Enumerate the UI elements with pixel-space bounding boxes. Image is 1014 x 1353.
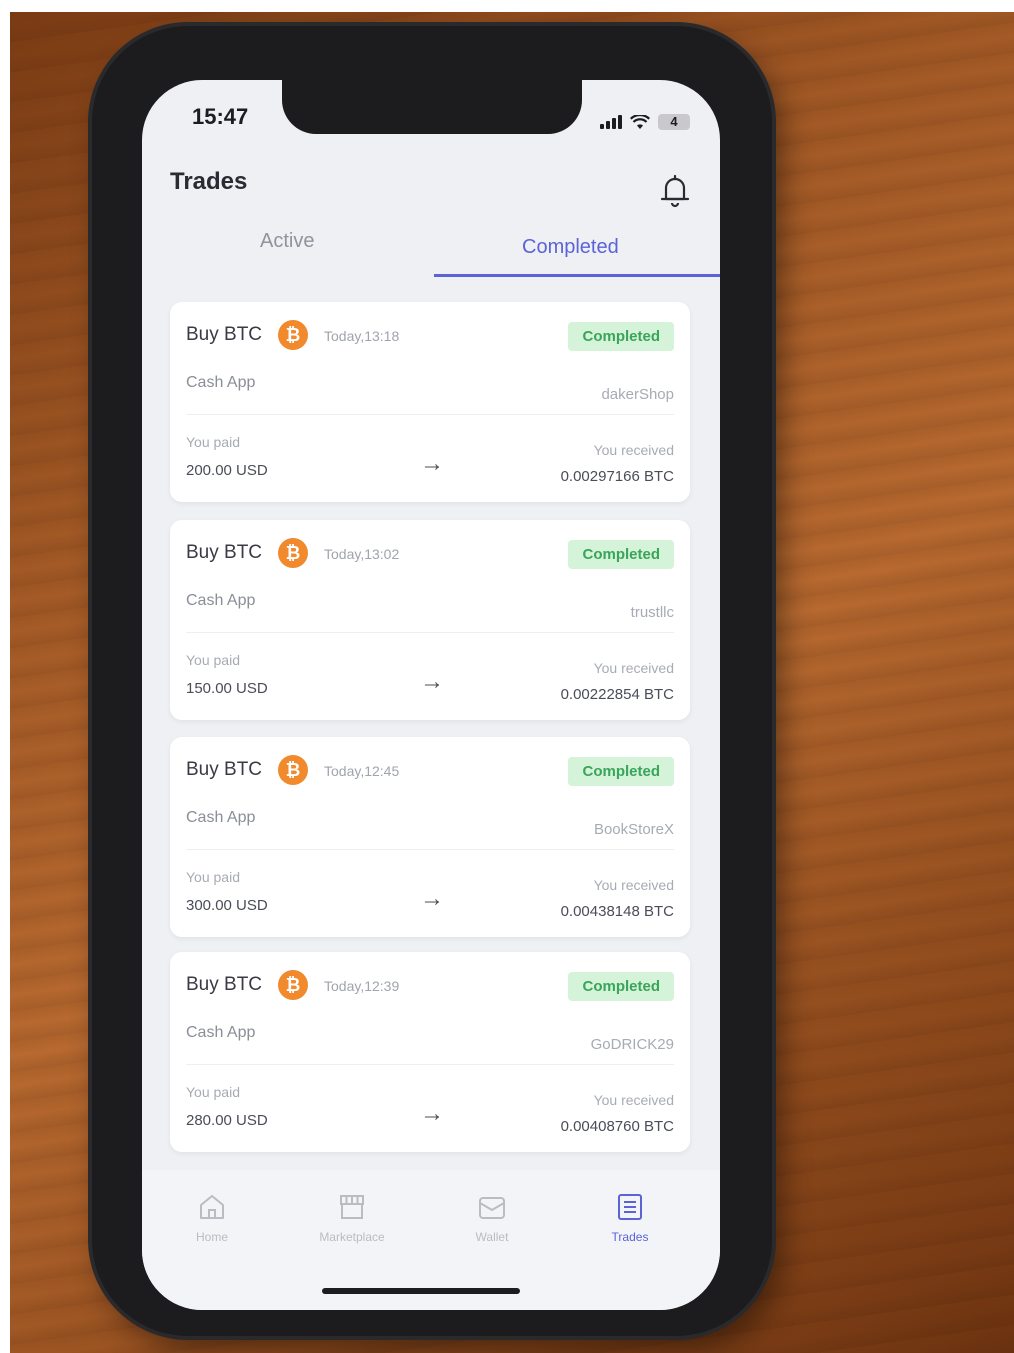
app-screen: 15:47 4 Trades Active Completed Buy BTC … <box>142 80 720 1310</box>
nav-marketplace-label: Marketplace <box>319 1230 385 1244</box>
nav-trades[interactable]: Trades <box>570 1190 690 1244</box>
trade-card[interactable]: Buy BTC ₿ Today,12:45 Completed Cash App… <box>170 737 690 937</box>
counterparty-name: GoDRICK29 <box>590 1036 674 1053</box>
store-icon <box>340 1195 364 1219</box>
paid-amount: 280.00 USD <box>186 1112 268 1129</box>
received-amount: 0.00408760 BTC <box>560 1118 674 1135</box>
received-label: You received <box>593 442 674 458</box>
card-divider <box>186 632 674 633</box>
list-icon <box>618 1194 642 1220</box>
status-badge: Completed <box>568 322 674 351</box>
page-title: Trades <box>170 168 248 195</box>
received-label: You received <box>593 877 674 893</box>
counterparty-name: trustllc <box>630 604 674 621</box>
trade-type: Buy BTC <box>186 542 263 563</box>
trade-time: Today,13:18 <box>324 328 400 344</box>
bell-icon[interactable] <box>658 172 692 210</box>
nav-marketplace[interactable]: Marketplace <box>292 1190 412 1244</box>
paid-label: You paid <box>186 652 240 668</box>
signal-icon <box>600 115 622 129</box>
phone-notch <box>282 80 582 134</box>
payment-method: Cash App <box>186 592 256 609</box>
trade-type: Buy BTC <box>186 324 263 345</box>
received-label: You received <box>593 660 674 676</box>
card-divider <box>186 849 674 850</box>
received-label: You received <box>593 1092 674 1108</box>
status-badge: Completed <box>568 972 674 1001</box>
trade-card[interactable]: Buy BTC ₿ Today,13:02 Completed Cash App… <box>170 520 690 720</box>
trade-type: Buy BTC <box>186 759 263 780</box>
bitcoin-icon: ₿ <box>278 755 308 785</box>
trade-time: Today,13:02 <box>324 546 400 562</box>
payment-method: Cash App <box>186 1024 256 1041</box>
status-time: 15:47 <box>192 104 249 129</box>
nav-home[interactable]: Home <box>152 1190 272 1244</box>
paid-label: You paid <box>186 1084 240 1100</box>
tab-active[interactable]: Active <box>260 230 314 253</box>
arrow-right-icon: → <box>420 450 444 477</box>
nav-wallet[interactable]: Wallet <box>432 1190 552 1244</box>
active-tab-underline <box>434 274 720 277</box>
paid-amount: 300.00 USD <box>186 897 268 914</box>
payment-method: Cash App <box>186 374 256 391</box>
nav-trades-label: Trades <box>611 1230 649 1244</box>
battery-indicator: 4 <box>658 114 690 130</box>
home-indicator <box>322 1288 520 1294</box>
bitcoin-icon: ₿ <box>278 970 308 1000</box>
wifi-icon <box>630 114 650 129</box>
trade-card[interactable]: Buy BTC ₿ Today,13:18 Completed Cash App… <box>170 302 690 502</box>
received-amount: 0.00222854 BTC <box>560 686 674 703</box>
payment-method: Cash App <box>186 809 256 826</box>
arrow-right-icon: → <box>420 885 444 912</box>
trade-card[interactable]: Buy BTC ₿ Today,12:39 Completed Cash App… <box>170 952 690 1152</box>
home-icon <box>200 1195 224 1219</box>
counterparty-name: BookStoreX <box>593 821 674 838</box>
tab-completed[interactable]: Completed <box>522 236 619 259</box>
received-amount: 0.00438148 BTC <box>560 903 674 920</box>
status-icons: 4 <box>600 114 690 130</box>
trade-type: Buy BTC <box>186 974 263 995</box>
trade-time: Today,12:45 <box>324 763 400 779</box>
nav-home-label: Home <box>195 1230 228 1244</box>
wallet-icon <box>479 1197 505 1219</box>
bitcoin-icon: ₿ <box>278 320 308 350</box>
status-badge: Completed <box>568 757 674 786</box>
card-divider <box>186 414 674 415</box>
status-badge: Completed <box>568 540 674 569</box>
arrow-right-icon: → <box>420 668 444 695</box>
counterparty-name: dakerShop <box>601 386 674 403</box>
card-divider <box>186 1064 674 1065</box>
nav-wallet-label: Wallet <box>475 1230 509 1244</box>
arrow-right-icon: → <box>420 1100 444 1127</box>
trade-tabs: Active Completed <box>142 220 720 282</box>
bitcoin-icon: ₿ <box>278 538 308 568</box>
trade-time: Today,12:39 <box>324 978 400 994</box>
paid-label: You paid <box>186 869 240 885</box>
paid-label: You paid <box>186 434 240 450</box>
paid-amount: 200.00 USD <box>186 462 268 479</box>
paid-amount: 150.00 USD <box>186 680 268 697</box>
received-amount: 0.00297166 BTC <box>560 468 674 485</box>
